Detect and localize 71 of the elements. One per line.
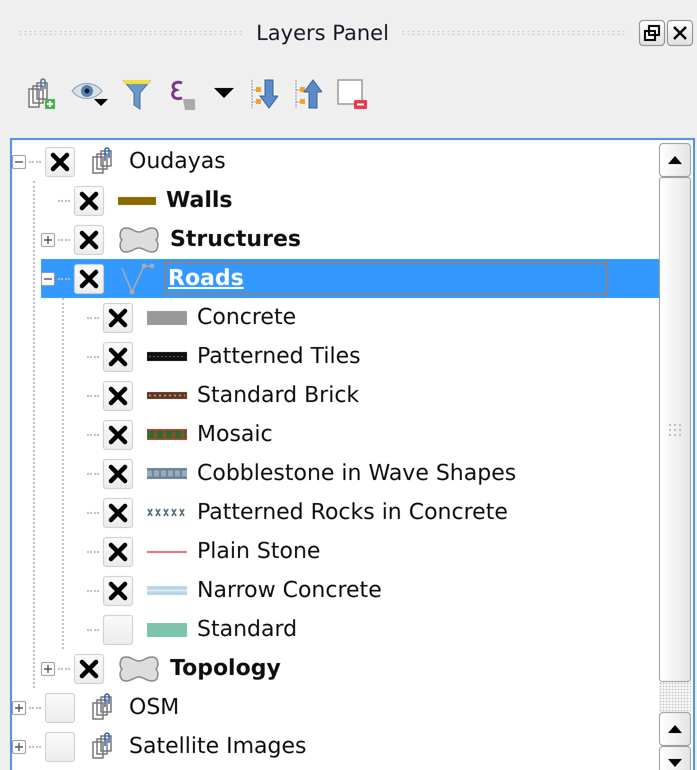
checkbox[interactable] xyxy=(103,380,133,410)
layer-row[interactable]: Cobblestone in Wave Shapes xyxy=(70,454,659,493)
layer-row[interactable]: Standard xyxy=(70,610,659,649)
layer-name: Standard Brick xyxy=(197,383,360,408)
collapse-icon[interactable] xyxy=(41,272,55,286)
scroll-up-button[interactable] xyxy=(659,143,691,177)
layer-name: Patterned Tiles xyxy=(197,344,361,369)
layer-name: Standard xyxy=(197,617,298,642)
checkbox[interactable] xyxy=(103,420,133,450)
layer-row[interactable]: Structures xyxy=(41,220,659,259)
checkbox[interactable] xyxy=(45,146,75,176)
layer-row[interactable]: Narrow Concrete xyxy=(70,571,659,610)
up-arrow-icon xyxy=(668,156,682,164)
layer-row[interactable]: Mosaic xyxy=(70,415,659,454)
layer-name: Oudayas xyxy=(129,149,226,174)
layer-row[interactable]: Oudayas xyxy=(12,142,659,181)
checkbox[interactable] xyxy=(103,614,133,644)
close-icon xyxy=(672,25,688,41)
layer-row[interactable]: Patterned Tiles xyxy=(70,337,659,376)
add-group-icon[interactable] xyxy=(26,77,56,111)
up-arrow-icon xyxy=(668,725,682,733)
close-button[interactable] xyxy=(667,20,694,46)
checkbox[interactable] xyxy=(103,536,133,566)
layer-row[interactable]: Patterned Rocks in Concrete xyxy=(70,493,659,532)
polygon-icon xyxy=(118,226,160,254)
restore-icon xyxy=(644,25,660,41)
filter-icon[interactable] xyxy=(122,77,152,111)
layer-row[interactable]: Plain Stone xyxy=(70,532,659,571)
checkbox[interactable] xyxy=(45,732,75,762)
expand-icon[interactable] xyxy=(41,232,55,246)
expand-icon[interactable] xyxy=(41,662,55,676)
scrollbar-thumb[interactable] xyxy=(659,177,691,682)
layer-name: OSM xyxy=(129,695,180,720)
checkbox[interactable] xyxy=(74,264,104,294)
scrollbar-track xyxy=(659,682,691,712)
remove-layer-icon[interactable] xyxy=(336,78,368,110)
layer-name: Topology xyxy=(170,656,281,681)
float-button[interactable] xyxy=(639,20,666,46)
layer-name: Concrete xyxy=(197,305,296,330)
layer-row[interactable]: OSM xyxy=(12,688,659,727)
checkbox[interactable] xyxy=(103,342,133,372)
layer-row[interactable]: Concrete xyxy=(70,298,659,337)
layer-row[interactable]: Satellite Images xyxy=(12,727,659,766)
checkbox[interactable] xyxy=(103,576,133,606)
layer-name: Plain Stone xyxy=(197,539,320,564)
checkbox[interactable] xyxy=(74,224,104,254)
checkbox[interactable] xyxy=(103,302,133,332)
polygon-icon xyxy=(118,654,160,682)
checkbox[interactable] xyxy=(74,654,104,684)
layer-name: Narrow Concrete xyxy=(197,578,382,603)
checkbox[interactable] xyxy=(45,692,75,722)
scroll-up-button[interactable] xyxy=(659,712,691,746)
checkbox[interactable] xyxy=(103,458,133,488)
scroll-down-button[interactable] xyxy=(659,746,691,770)
down-arrow-icon xyxy=(668,759,682,767)
layer-name: Structures xyxy=(170,227,301,252)
panel-title: Layers Panel xyxy=(256,21,389,45)
layer-name: Satellite Images xyxy=(129,734,306,759)
layer-row[interactable]: Standard Brick xyxy=(70,376,659,415)
layer-name: Walls xyxy=(166,188,233,213)
layer-name: Patterned Rocks in Concrete xyxy=(197,500,508,525)
layer-row[interactable]: Walls xyxy=(41,181,659,220)
collapse-icon[interactable] xyxy=(12,154,26,168)
expand-icon[interactable] xyxy=(12,740,26,754)
checkbox[interactable] xyxy=(74,186,104,216)
layer-row[interactable]: Topology xyxy=(41,649,659,688)
layer-name: Mosaic xyxy=(197,422,273,447)
expand-icon[interactable] xyxy=(12,700,26,714)
caret-icon[interactable] xyxy=(214,88,234,100)
checkbox[interactable] xyxy=(103,498,133,528)
layer-name: Cobblestone in Wave Shapes xyxy=(197,461,516,486)
